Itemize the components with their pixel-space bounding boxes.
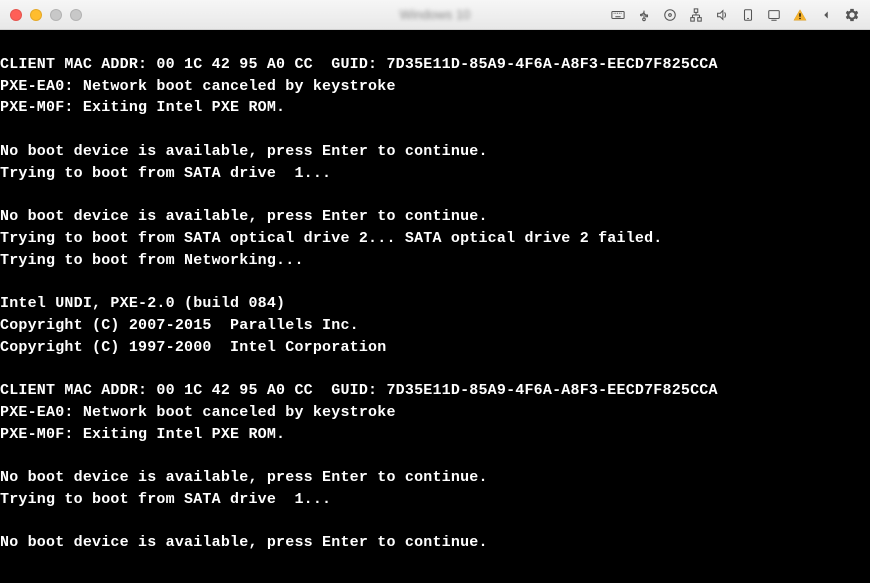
terminal-line (0, 511, 870, 533)
terminal-line: Copyright (C) 2007-2015 Parallels Inc. (0, 315, 870, 337)
terminal-line: Trying to boot from SATA drive 1... (0, 163, 870, 185)
caret-left-icon[interactable] (818, 7, 834, 23)
gear-icon[interactable] (844, 7, 860, 23)
network-icon[interactable] (688, 7, 704, 23)
terminal-line (0, 119, 870, 141)
terminal-line: No boot device is available, press Enter… (0, 206, 870, 228)
terminal-line (0, 358, 870, 380)
fullscreen-button[interactable] (70, 9, 82, 21)
terminal-line (0, 445, 870, 467)
titlebar: Windows 10 (0, 0, 870, 30)
maximize-button[interactable] (50, 9, 62, 21)
terminal-line (0, 32, 870, 54)
terminal-line: Trying to boot from SATA drive 1... (0, 489, 870, 511)
warning-icon[interactable] (792, 7, 808, 23)
terminal-line: Intel UNDI, PXE-2.0 (build 084) (0, 293, 870, 315)
disc-icon[interactable] (662, 7, 678, 23)
terminal-line: Trying to boot from SATA optical drive 2… (0, 228, 870, 250)
window-controls (10, 9, 82, 21)
terminal-line: No boot device is available, press Enter… (0, 532, 870, 554)
terminal-line: CLIENT MAC ADDR: 00 1C 42 95 A0 CC GUID:… (0, 54, 870, 76)
terminal-line (0, 184, 870, 206)
vm-menu-icons (610, 7, 860, 23)
tablet-icon[interactable] (740, 7, 756, 23)
terminal-line (0, 271, 870, 293)
terminal-line: Copyright (C) 1997-2000 Intel Corporatio… (0, 337, 870, 359)
terminal-line: Trying to boot from Networking... (0, 250, 870, 272)
terminal-line: PXE-EA0: Network boot canceled by keystr… (0, 402, 870, 424)
keyboard-icon[interactable] (610, 7, 626, 23)
terminal-line: No boot device is available, press Enter… (0, 141, 870, 163)
minimize-button[interactable] (30, 9, 42, 21)
terminal-output[interactable]: CLIENT MAC ADDR: 00 1C 42 95 A0 CC GUID:… (0, 30, 870, 583)
close-button[interactable] (10, 9, 22, 21)
terminal-line: PXE-M0F: Exiting Intel PXE ROM. (0, 424, 870, 446)
display-icon[interactable] (766, 7, 782, 23)
terminal-line: CLIENT MAC ADDR: 00 1C 42 95 A0 CC GUID:… (0, 380, 870, 402)
terminal-line: PXE-EA0: Network boot canceled by keystr… (0, 76, 870, 98)
sound-icon[interactable] (714, 7, 730, 23)
window-title: Windows 10 (400, 7, 471, 22)
usb-icon[interactable] (636, 7, 652, 23)
terminal-line: PXE-M0F: Exiting Intel PXE ROM. (0, 97, 870, 119)
terminal-line: No boot device is available, press Enter… (0, 467, 870, 489)
